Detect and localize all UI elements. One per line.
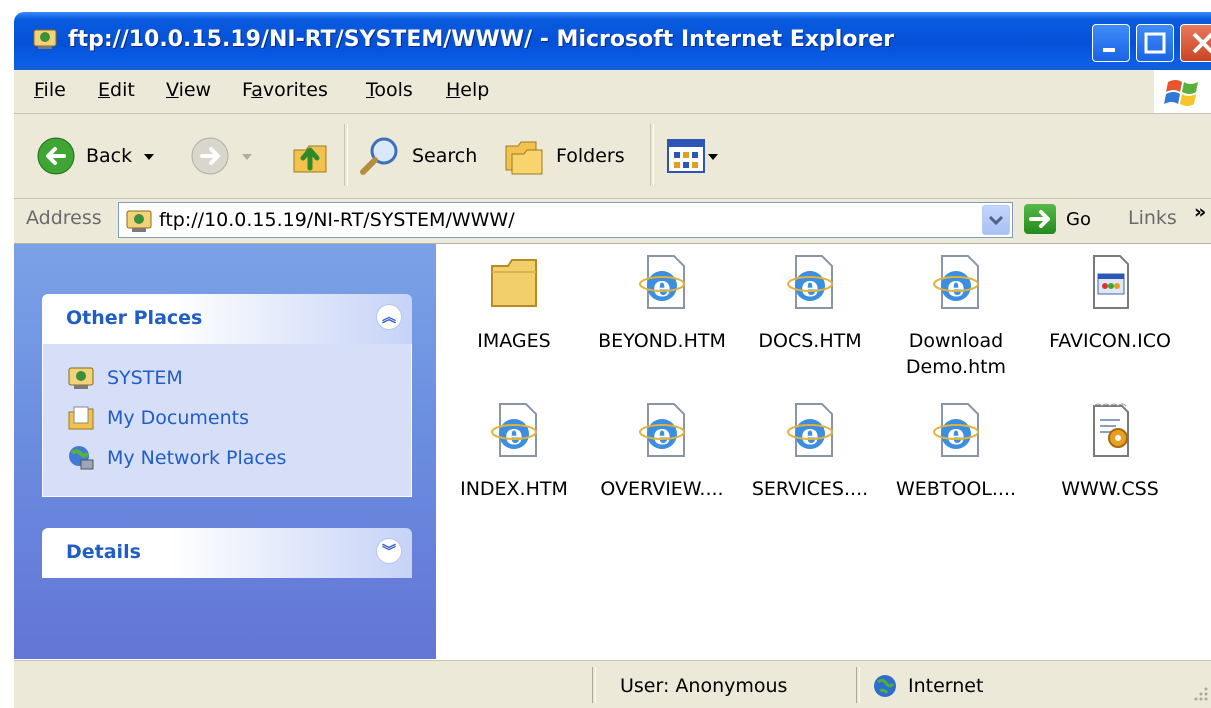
close-button[interactable] [1180,24,1211,62]
standard-toolbar: Back Search Folders [14,114,1211,199]
internet-zone-icon [874,675,896,697]
collapse-chevron-icon[interactable]: ︽ [376,304,402,330]
file-item-overview[interactable]: e OVERVIEW.... [592,400,732,502]
ftp-folder-icon [68,367,94,389]
forward-button[interactable] [190,136,258,176]
svg-text:e: e [947,418,965,451]
place-my-network-places[interactable]: My Network Places [67,444,286,472]
my-documents-icon [68,406,94,430]
up-folder-button[interactable] [290,134,332,176]
forward-dropdown-icon[interactable] [236,146,258,166]
menu-tools[interactable]: Tools [366,79,413,101]
links-chevron-icon[interactable]: » [1194,201,1206,223]
network-places-icon [69,446,94,470]
views-icon [667,139,705,173]
file-item-services[interactable]: e SERVICES.... [740,400,880,502]
close-icon [1192,32,1211,54]
css-file-icon [1093,403,1129,457]
minimize-icon [1103,48,1115,52]
folder-icon [491,259,537,307]
file-item-favicon-ico[interactable]: FAVICON.ICO [1040,252,1180,354]
file-item-beyond-htm[interactable]: e BEYOND.HTM [592,252,732,354]
ie-document-icon: e [933,403,979,457]
title-bar[interactable]: ftp://10.0.15.19/NI-RT/SYSTEM/WWW/ - Mic… [14,12,1211,70]
menu-bar: File Edit View Favorites Tools Help [14,70,1211,114]
task-pane: Other Places ︽ SYSTEM My Documents My Ne… [14,244,436,659]
file-item-download-demo-htm[interactable]: e Download Demo.htm [886,252,1026,380]
search-icon [360,137,398,175]
status-zone: Internet [908,675,984,697]
menu-help[interactable]: Help [446,79,489,101]
chevron-down-icon [988,215,1004,226]
back-dropdown-icon[interactable] [138,146,160,166]
file-list-view: IMAGES e BEYOND.HTM e DOCS.HTM e Downloa… [436,244,1211,659]
svg-text:e: e [801,270,819,303]
address-dropdown-button[interactable] [982,205,1010,235]
svg-text:e: e [653,418,671,451]
search-button[interactable]: Search [358,134,477,178]
folders-button[interactable]: Folders [502,134,625,178]
icon-file-icon [1093,255,1129,309]
ie-window: ftp://10.0.15.19/NI-RT/SYSTEM/WWW/ - Mic… [0,0,1211,708]
place-my-documents[interactable]: My Documents [67,404,249,432]
resize-grip-icon[interactable] [1190,683,1210,703]
other-places-list: SYSTEM My Documents My Network Places [42,344,412,497]
ie-document-icon: e [787,255,833,309]
file-item-webtool[interactable]: e WEBTOOL.... [886,400,1026,502]
ie-document-icon: e [639,255,685,309]
menu-file[interactable]: File [34,79,66,101]
expand-chevron-icon[interactable]: ︾ [376,538,402,564]
views-button[interactable] [666,138,720,174]
maximize-icon [1144,32,1166,54]
other-places-header[interactable]: Other Places ︽ [42,294,412,344]
views-dropdown-icon[interactable] [706,146,720,166]
status-bar: User: Anonymous Internet [14,660,1211,708]
address-bar: Address ftp://10.0.15.19/NI-RT/SYSTEM/WW… [14,199,1211,244]
go-button[interactable]: Go [1024,204,1091,234]
svg-text:e: e [947,270,965,303]
place-system[interactable]: SYSTEM [67,364,183,392]
up-folder-icon [293,145,327,173]
ftp-folder-icon [126,210,152,232]
file-item-www-css[interactable]: WWW.CSS [1040,400,1180,502]
address-input[interactable]: ftp://10.0.15.19/NI-RT/SYSTEM/WWW/ [118,202,1013,238]
address-label: Address [26,207,102,229]
window-title: ftp://10.0.15.19/NI-RT/SYSTEM/WWW/ - Mic… [68,27,895,52]
details-panel: Details ︾ [42,528,412,578]
file-item-images[interactable]: IMAGES [444,252,584,354]
svg-text:e: e [653,270,671,303]
ie-document-icon: e [933,255,979,309]
menu-edit[interactable]: Edit [98,79,135,101]
status-user: User: Anonymous [620,675,788,697]
back-button[interactable]: Back [36,136,160,176]
go-arrow-icon [1024,204,1056,234]
svg-text:e: e [505,418,523,451]
windows-flag-icon [1164,80,1198,106]
file-item-docs-htm[interactable]: e DOCS.HTM [740,252,880,354]
maximize-button[interactable] [1136,24,1174,62]
links-toolbar[interactable]: Links [1128,207,1177,229]
other-places-panel: Other Places ︽ SYSTEM My Documents My Ne… [42,294,412,497]
minimize-button[interactable] [1092,24,1130,62]
back-arrow-icon [37,137,75,175]
forward-arrow-icon [191,137,229,175]
svg-text:e: e [801,418,819,451]
folders-icon [505,141,543,175]
menu-favorites[interactable]: Favorites [242,79,328,101]
file-item-index-htm[interactable]: e INDEX.HTM [444,400,584,502]
ie-document-icon: e [639,403,685,457]
ftp-folder-icon [33,29,57,49]
ie-document-icon: e [491,403,537,457]
menu-view[interactable]: View [166,79,211,101]
address-value: ftp://10.0.15.19/NI-RT/SYSTEM/WWW/ [159,209,515,231]
ie-document-icon: e [787,403,833,457]
windows-logo [1154,70,1211,113]
details-header[interactable]: Details ︾ [42,528,412,578]
